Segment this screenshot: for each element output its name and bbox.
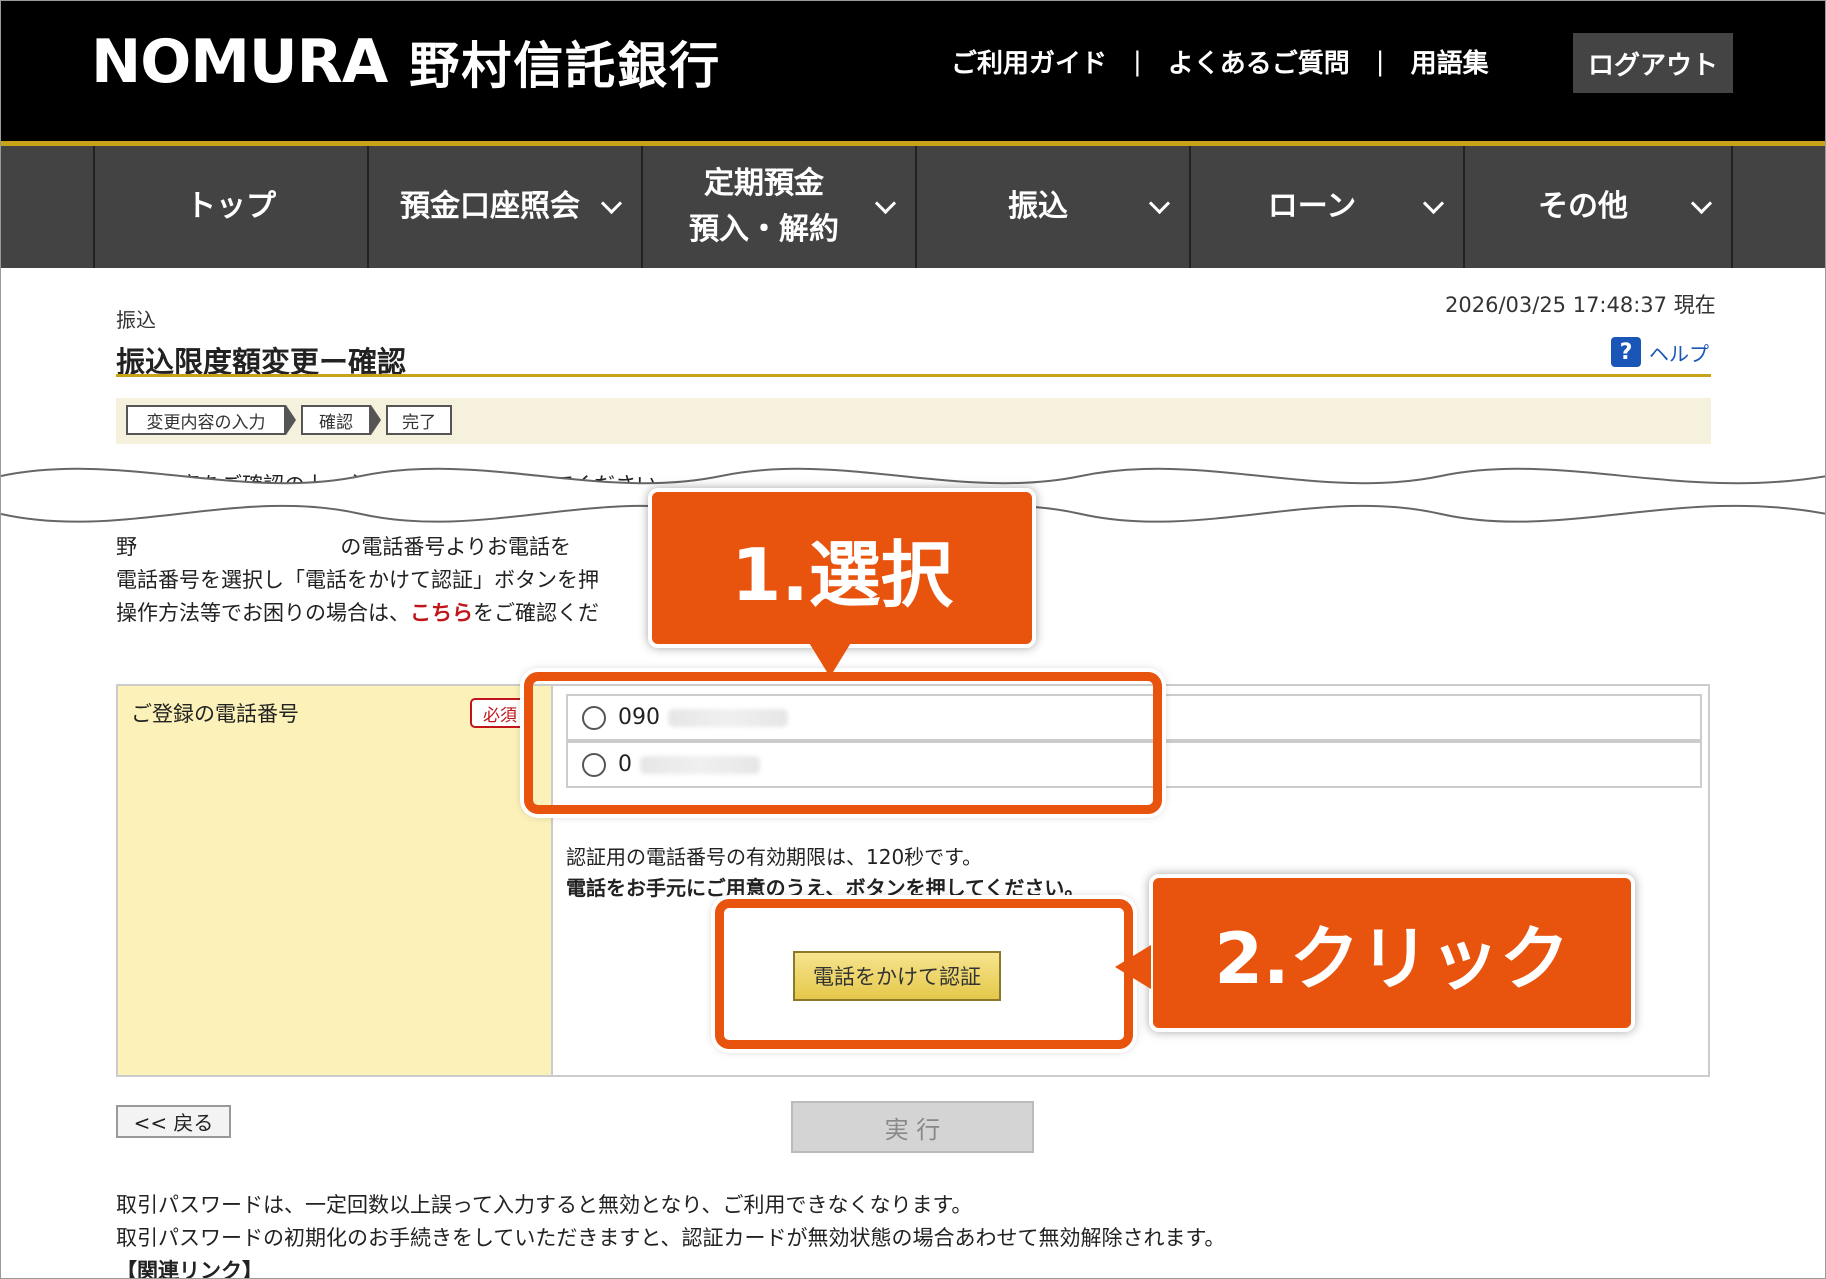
phone-label-cell: ご登録の電話番号 必須	[118, 686, 553, 1075]
logo-text-jp: 野村信託銀行	[409, 37, 722, 95]
nav-label: 定期預金 預入・解約	[689, 161, 839, 253]
separator: |	[1375, 46, 1385, 77]
callout-click: 2.クリック	[1149, 874, 1635, 1032]
instruction-line-3-post: をご確認くだ	[473, 601, 599, 625]
page-frame: NOMURA 野村信託銀行 ご利用ガイド | よくあるご質問 | 用語集 ログア…	[0, 0, 1826, 1279]
nav-item-top[interactable]: トップ	[93, 146, 367, 268]
nav-item-loan[interactable]: ローン	[1189, 146, 1463, 268]
password-note-1: 取引パスワードは、一定回数以上誤って入力すると無効となり、ご利用できなくなります…	[116, 1193, 973, 1217]
instruction-line-3-pre: 操作方法等でお困りの場合は、	[116, 601, 410, 625]
callout-select: 1.選択	[648, 488, 1036, 648]
instruction-line-1-start: 野	[116, 535, 137, 559]
related-links-heading: 【関連リンク】	[116, 1259, 263, 1279]
execute-button[interactable]: 実 行	[791, 1101, 1034, 1153]
step-arrow-icon	[286, 405, 296, 435]
faq-link[interactable]: よくあるご質問	[1168, 43, 1350, 80]
nav-label: ローン	[1267, 189, 1357, 224]
guide-link[interactable]: ご利用ガイド	[951, 43, 1107, 80]
prepare-phone-note: 電話をお手元にご用意のうえ、ボタンを押してください。	[566, 876, 1085, 900]
back-button[interactable]: << 戻る	[116, 1105, 231, 1138]
callout-tail-icon	[808, 641, 852, 677]
current-datetime: 2026/03/25 17:48:37 現在	[1445, 293, 1716, 317]
instruction-line-2: 電話番号を選択し「電話をかけて認証」ボタンを押	[116, 568, 599, 592]
phone-label: ご登録の電話番号	[131, 702, 299, 726]
nav-label: その他	[1538, 189, 1628, 224]
step-confirm: 確認	[301, 405, 371, 435]
chevron-down-icon	[1148, 192, 1171, 215]
highlight-call-button	[715, 899, 1133, 1049]
progress-steps: 変更内容の入力 確認 完了	[116, 398, 1711, 444]
instruction-line-3: 操作方法等でお困りの場合は、こちらをご確認くだ	[116, 597, 599, 627]
help-label: ヘルプ	[1649, 341, 1709, 366]
nav-item-other[interactable]: その他	[1463, 146, 1731, 268]
nav-label-line2: 預入・解約	[689, 212, 839, 247]
chevron-down-icon	[600, 192, 623, 215]
glossary-link[interactable]: 用語集	[1411, 43, 1489, 80]
breadcrumb: 振込	[116, 308, 156, 332]
password-note-2: 取引パスワードの初期化のお手続きをしていただきますと、認証カードが無効状態の場合…	[116, 1226, 1226, 1250]
callout-tail-icon	[1115, 945, 1151, 989]
logout-button[interactable]: ログアウト	[1573, 33, 1733, 93]
nav-label: トップ	[186, 189, 276, 224]
nav-label: 振込	[1008, 189, 1068, 224]
highlight-phone-options	[524, 672, 1162, 814]
help-here-link[interactable]: こちら	[410, 601, 473, 625]
main-nav: トップ 預金口座照会 定期預金 預入・解約 振込 ローン その他	[1, 146, 1825, 268]
validity-note: 認証用の電話番号の有効期限は、120秒です。	[566, 845, 983, 869]
nav-item-account-inquiry[interactable]: 預金口座照会	[367, 146, 641, 268]
required-badge: 必須	[470, 698, 530, 728]
separator: |	[1133, 46, 1142, 77]
chevron-down-icon	[1690, 192, 1713, 215]
site-header: NOMURA 野村信託銀行 ご利用ガイド | よくあるご質問 | 用語集 ログア…	[1, 1, 1825, 141]
help-link[interactable]: ? ヘルプ	[1611, 337, 1709, 367]
nav-item-transfer[interactable]: 振込	[915, 146, 1189, 268]
nav-divider	[1731, 146, 1733, 268]
step-complete: 完了	[386, 405, 452, 435]
title-underline	[116, 374, 1711, 377]
logo[interactable]: NOMURA 野村信託銀行	[91, 27, 721, 97]
step-arrow-icon	[371, 405, 381, 435]
chevron-down-icon	[874, 192, 897, 215]
nav-label-line1: 定期預金	[704, 166, 824, 201]
instruction-line-1-mid: の電話番号よりお電話を	[340, 535, 571, 559]
logo-text-en: NOMURA	[91, 27, 388, 97]
nav-item-time-deposit[interactable]: 定期預金 預入・解約	[641, 146, 915, 268]
step-input: 変更内容の入力	[126, 405, 286, 435]
instruction-line-1: 野 の電話番号よりお電話を	[116, 531, 571, 561]
help-icon: ?	[1611, 337, 1641, 367]
nav-label: 預金口座照会	[400, 189, 580, 224]
chevron-down-icon	[1422, 192, 1445, 215]
header-links: ご利用ガイド | よくあるご質問 | 用語集	[951, 43, 1489, 80]
